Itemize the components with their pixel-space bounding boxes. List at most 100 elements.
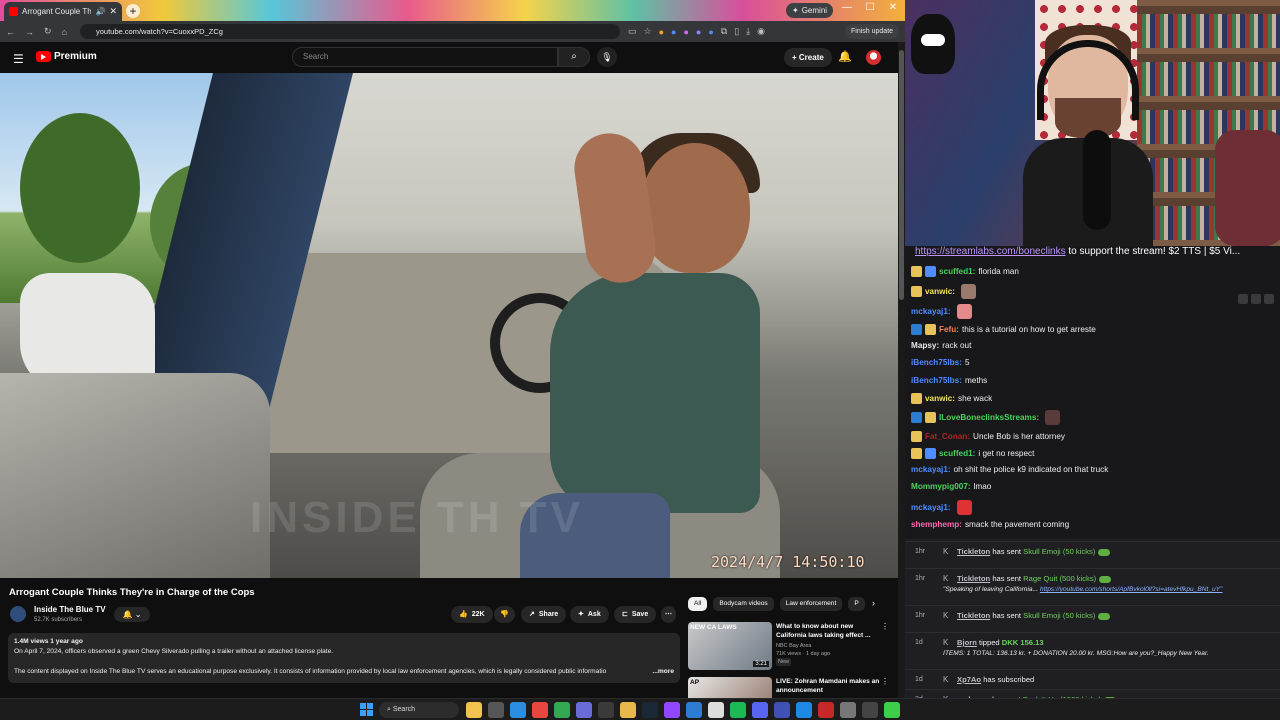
chat-username[interactable]: mckayaj1: <box>911 307 951 316</box>
recommendation-title[interactable]: What to know about new California laws t… <box>776 622 880 640</box>
chat-username[interactable]: scuffed1: <box>939 267 975 276</box>
chat-username[interactable]: iBench75lbs: <box>911 358 962 367</box>
chrome-icon[interactable] <box>532 702 548 718</box>
chat-username[interactable]: Fat_Conan: <box>925 432 970 441</box>
event-username[interactable]: Bjorn <box>957 638 977 647</box>
chrome-profile-icon[interactable] <box>554 702 570 718</box>
app-icon[interactable] <box>884 702 900 718</box>
app-icon[interactable] <box>796 702 812 718</box>
app-icon[interactable] <box>840 702 856 718</box>
event-username[interactable]: Tickleton <box>957 574 990 583</box>
ask-button[interactable]: ✦ Ask <box>570 606 609 623</box>
search-input[interactable]: Search <box>292 47 558 67</box>
tab-close-icon[interactable]: ✕ <box>109 6 117 17</box>
chat-username[interactable]: vanwic: <box>925 287 955 296</box>
chat-username[interactable]: Fefu: <box>939 325 959 334</box>
chevron-right-icon[interactable]: › <box>872 598 875 608</box>
app-icon[interactable] <box>598 702 614 718</box>
gemini-button[interactable]: ✦ Gemini <box>786 3 834 18</box>
reload-icon[interactable]: ↻ <box>44 26 52 37</box>
event-message-link[interactable]: https://youtube.com/shorts/ApfBvkol0ll?s… <box>1040 586 1222 593</box>
extension-icon[interactable]: ● <box>696 27 701 37</box>
pin-icon[interactable] <box>1238 294 1248 304</box>
more-vertical-icon[interactable]: ⋮ <box>881 622 889 631</box>
folder-icon[interactable] <box>620 702 636 718</box>
video-thumbnail[interactable]: AP <box>688 677 772 698</box>
browser-tab[interactable]: Arrogant Couple Thinks Th 🔊 ✕ <box>4 2 122 21</box>
channel-avatar[interactable] <box>10 606 26 622</box>
recommendation-title[interactable]: LIVE: Zohran Mamdani makes an announceme… <box>776 677 880 695</box>
app-icon[interactable] <box>686 702 702 718</box>
chat-username[interactable]: mckayaj1: <box>911 465 951 474</box>
subscribed-bell-button[interactable]: 🔔 ⌄ <box>114 607 150 622</box>
app-icon[interactable] <box>752 702 768 718</box>
reply-icon[interactable] <box>1251 294 1261 304</box>
chip-law-enforcement[interactable]: Law enforcement <box>779 597 843 611</box>
home-icon[interactable]: ⌂ <box>62 27 67 37</box>
video-player[interactable]: INSIDE TH TV 2024/4/7 14:50:10 <box>0 73 898 578</box>
back-icon[interactable]: ← <box>6 27 15 37</box>
app-icon[interactable] <box>862 702 878 718</box>
finish-update-button[interactable]: Finish update <box>845 24 900 39</box>
page-scrollbar[interactable] <box>898 42 905 698</box>
taskbar-search[interactable]: ⌕ Search <box>379 702 459 718</box>
video-thumbnail[interactable]: NEW CA LAWS 3:21 <box>688 622 772 670</box>
microphone-icon[interactable]: 🎙 <box>597 47 617 67</box>
forward-icon[interactable]: → <box>25 27 34 37</box>
extension-icon[interactable]: ● <box>683 27 688 37</box>
app-icon[interactable] <box>708 702 724 718</box>
recommendation-item[interactable]: AP LIVE: Zohran Mamdani makes an announc… <box>688 677 893 698</box>
maximize-icon[interactable]: ☐ <box>859 2 881 13</box>
more-icon[interactable] <box>1264 294 1274 304</box>
app-icon[interactable] <box>576 702 592 718</box>
new-tab-button[interactable]: + <box>126 4 140 18</box>
show-more-link[interactable]: ...more <box>652 667 674 677</box>
description-box[interactable]: 1.4M views 1 year ago On April 7, 2024, … <box>8 633 680 683</box>
extension-icon[interactable]: ● <box>659 27 664 37</box>
puzzle-icon[interactable]: ⧉ <box>721 26 727 37</box>
close-window-icon[interactable]: ✕ <box>882 2 904 13</box>
event-username[interactable]: Tickleton <box>957 547 990 556</box>
scrollbar-thumb[interactable] <box>899 50 904 300</box>
menu-icon[interactable]: ☰ <box>13 52 24 66</box>
app-icon[interactable] <box>774 702 790 718</box>
bookmark-star-icon[interactable]: ☆ <box>644 26 652 37</box>
map-pin-icon[interactable] <box>818 702 834 718</box>
chip-all[interactable]: All <box>688 597 708 611</box>
account-avatar[interactable] <box>866 50 881 65</box>
chat-username[interactable]: scuffed1: <box>939 449 975 458</box>
cast-icon[interactable]: ▭ <box>628 26 637 37</box>
share-button[interactable]: ↗ Share <box>521 606 567 623</box>
more-actions-button[interactable]: ⋯ <box>661 606 676 623</box>
sidepanel-icon[interactable]: ▯ <box>734 26 739 37</box>
minimize-icon[interactable]: — <box>836 2 858 13</box>
chat-username[interactable]: ILoveBoneclinksStreams: <box>939 413 1039 422</box>
app-icon[interactable] <box>664 702 680 718</box>
file-explorer-icon[interactable] <box>466 702 482 718</box>
recommendation-item[interactable]: NEW CA LAWS 3:21 What to know about new … <box>688 622 893 674</box>
save-button[interactable]: ⊏ Save <box>614 606 657 623</box>
chat-username[interactable]: iBench75lbs: <box>911 376 962 385</box>
create-button[interactable]: + Create <box>784 48 832 67</box>
chat-username[interactable]: Mapsy: <box>911 341 939 350</box>
chip-bodycam[interactable]: Bodycam videos <box>713 597 774 611</box>
chat-username[interactable]: Mommypig007: <box>911 482 971 491</box>
chat-username[interactable]: mckayaj1: <box>911 503 951 512</box>
steam-icon[interactable] <box>642 702 658 718</box>
chat-username[interactable]: shemphemp: <box>911 520 962 529</box>
extension-icon[interactable]: ● <box>708 27 713 37</box>
like-button[interactable]: 👍 22K <box>451 606 493 623</box>
youtube-logo[interactable]: Premium <box>36 51 97 62</box>
chat-username[interactable]: vanwic: <box>925 394 955 403</box>
event-username[interactable]: Tickleton <box>957 611 990 620</box>
chip-partial[interactable]: P <box>848 597 865 611</box>
notifications-bell-icon[interactable]: 🔔 <box>838 50 852 63</box>
download-icon[interactable]: ⤓ <box>746 26 750 37</box>
spotify-icon[interactable] <box>730 702 746 718</box>
extension-icon[interactable]: ● <box>671 27 676 37</box>
task-view-icon[interactable] <box>488 702 504 718</box>
channel-name[interactable]: Inside The Blue TV <box>34 605 106 614</box>
more-vertical-icon[interactable]: ⋮ <box>881 677 889 686</box>
search-icon[interactable]: ⌕ <box>558 47 590 67</box>
event-username[interactable]: Xp7Ao <box>957 675 981 684</box>
